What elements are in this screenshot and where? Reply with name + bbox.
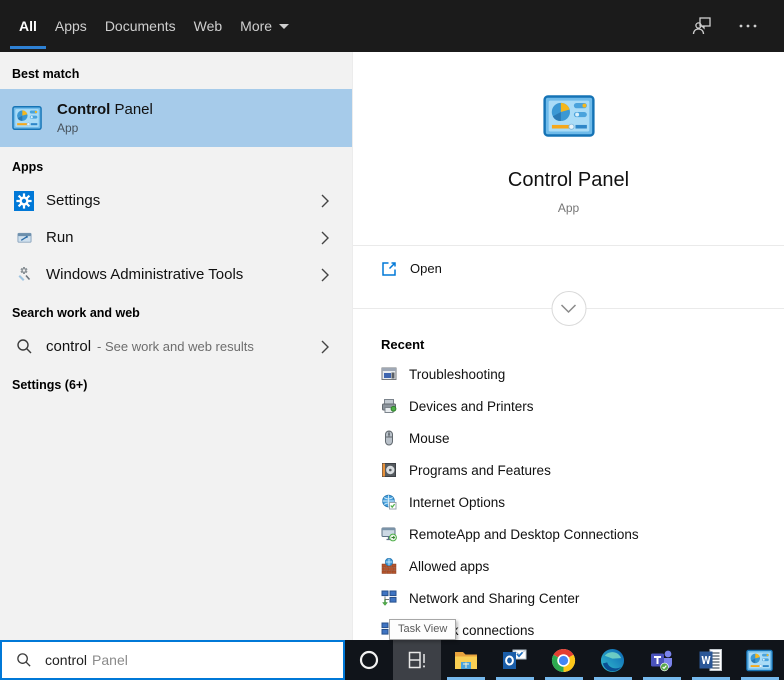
outlook-icon — [502, 649, 526, 669]
task-view-tooltip: Task View — [389, 619, 457, 640]
web-search-result[interactable]: control - See work and web results — [0, 328, 352, 365]
recent-header: Recent — [381, 337, 425, 352]
tab-more[interactable]: More — [231, 0, 298, 52]
programs-features-icon — [382, 463, 396, 477]
recent-item-troubleshooting[interactable]: Troubleshooting — [353, 358, 784, 390]
apps-header: Apps — [12, 160, 44, 174]
chevron-right-icon — [321, 340, 329, 353]
result-subtitle: App — [57, 121, 79, 135]
teams-button[interactable] — [637, 640, 686, 680]
tab-documents[interactable]: Documents — [96, 0, 185, 52]
expand-results-button[interactable] — [551, 291, 586, 326]
best-match-result-control-panel[interactable]: Control Panel App — [0, 89, 352, 147]
search-typed-text: control — [45, 652, 88, 668]
run-window-icon — [14, 228, 34, 248]
recent-item-programs-and-features[interactable]: Programs and Features — [353, 454, 784, 486]
app-result-run[interactable]: Run — [0, 219, 352, 256]
mouse-icon — [385, 430, 393, 446]
chevron-right-icon — [321, 268, 329, 281]
control-panel-icon — [746, 649, 773, 671]
cortana-icon — [359, 650, 379, 670]
troubleshooting-icon — [381, 367, 397, 380]
best-match-header: Best match — [12, 67, 80, 81]
teams-icon — [650, 650, 672, 672]
chevron-right-icon — [321, 231, 329, 244]
app-result-settings[interactable]: Settings — [0, 182, 352, 219]
settings-group-header: Settings (6+) — [12, 378, 88, 392]
file-explorer-icon — [454, 652, 477, 669]
taskbar: control Panel — [0, 640, 784, 680]
search-suggestion-text: Panel — [92, 652, 128, 668]
recent-item-mouse[interactable]: Mouse — [353, 422, 784, 454]
recent-item-remoteapp[interactable]: RemoteApp and Desktop Connections — [353, 518, 784, 550]
control-panel-icon-large — [542, 95, 595, 137]
file-explorer-button[interactable] — [441, 640, 490, 680]
edge-button[interactable] — [588, 640, 637, 680]
recent-item-devices-and-printers[interactable]: Devices and Printers — [353, 390, 784, 422]
search-filter-bar: All Apps Documents Web More — [0, 0, 784, 52]
printer-icon — [382, 399, 397, 413]
taskbar-search-input[interactable]: control Panel — [0, 640, 345, 680]
outlook-button[interactable] — [490, 640, 539, 680]
chevron-down-icon — [560, 303, 577, 313]
admin-tools-icon — [14, 265, 34, 285]
result-title: Control Panel — [57, 101, 153, 118]
app-result-windows-administrative-tools[interactable]: Windows Administrative Tools — [0, 256, 352, 293]
recent-item-allowed-apps[interactable]: Allowed apps — [353, 550, 784, 582]
detail-app-type: App — [557, 201, 580, 215]
network-icon — [381, 590, 397, 606]
control-panel-button[interactable] — [735, 640, 784, 680]
detail-panel: Control Panel App Open Recent Troublesho… — [352, 52, 784, 640]
internet-options-icon — [382, 494, 397, 510]
task-view-icon — [408, 651, 425, 669]
cortana-button[interactable] — [345, 640, 393, 680]
open-external-icon — [382, 261, 396, 276]
word-icon — [699, 649, 722, 671]
firewall-icon — [381, 558, 397, 574]
search-icon — [17, 653, 31, 667]
results-panel: Best match Control Panel App Apps Settin… — [0, 52, 352, 640]
word-button[interactable] — [686, 640, 735, 680]
web-search-hint: - See work and web results — [97, 339, 254, 354]
recent-item-network-and-sharing-center[interactable]: Network and Sharing Center — [353, 582, 784, 614]
tab-apps[interactable]: Apps — [46, 0, 96, 52]
tab-web[interactable]: Web — [185, 0, 232, 52]
tab-all[interactable]: All — [10, 0, 46, 52]
search-icon — [14, 337, 34, 357]
chevron-down-icon — [279, 23, 290, 29]
recent-item-internet-options[interactable]: Internet Options — [353, 486, 784, 518]
settings-gear-icon — [14, 190, 34, 211]
more-options-icon[interactable] — [734, 12, 762, 40]
chrome-button[interactable] — [539, 640, 588, 680]
control-panel-icon — [12, 106, 42, 130]
remoteapp-icon — [381, 527, 397, 542]
open-action[interactable]: Open — [353, 246, 784, 291]
feedback-icon[interactable] — [688, 12, 716, 40]
detail-app-title: Control Panel — [507, 169, 630, 191]
edge-icon — [600, 648, 625, 672]
chrome-icon — [551, 648, 576, 672]
search-work-web-header: Search work and web — [12, 306, 140, 320]
chevron-right-icon — [321, 194, 329, 207]
task-view-button[interactable] — [393, 640, 441, 680]
search-window: All Apps Documents Web More Best match C… — [0, 0, 784, 680]
